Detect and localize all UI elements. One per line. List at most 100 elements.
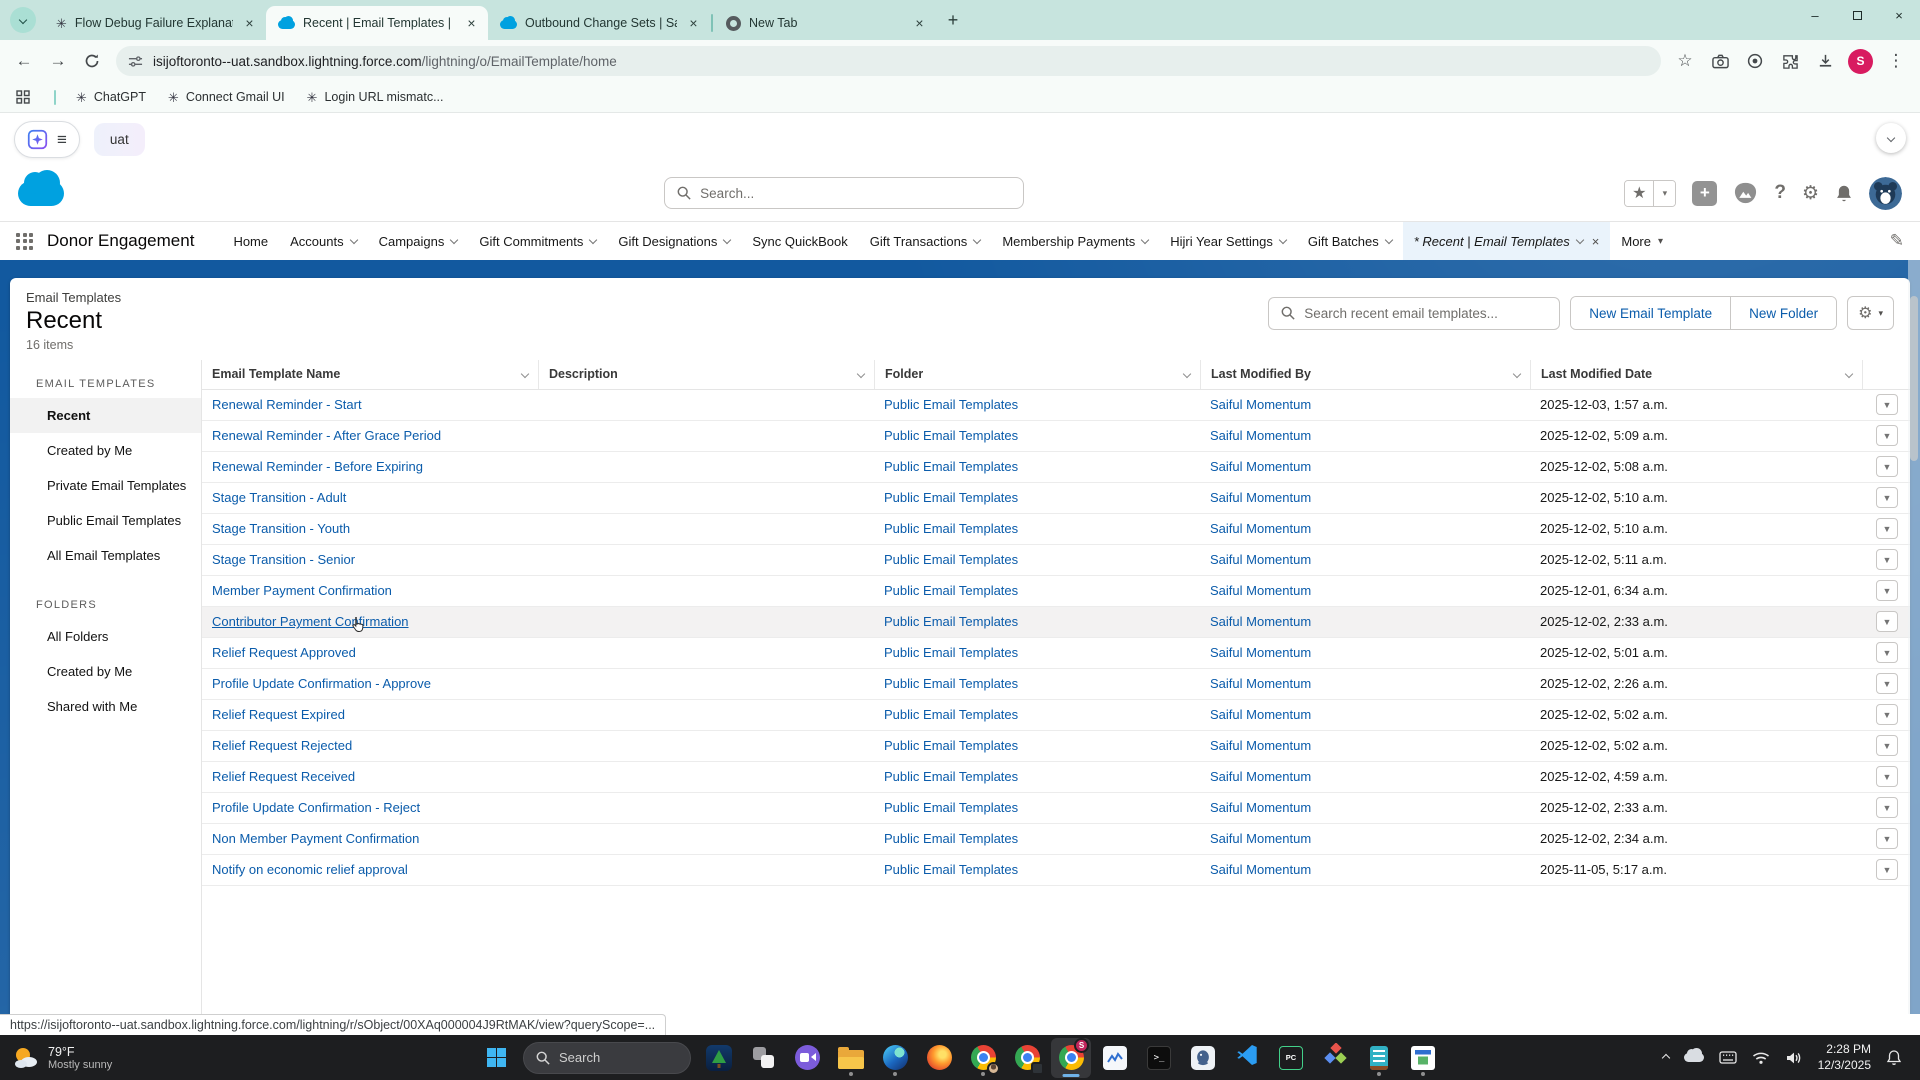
- list-search-input[interactable]: [1304, 306, 1547, 321]
- bookmark-chatgpt[interactable]: ✳ChatGPT: [76, 90, 146, 104]
- nav-tab-home[interactable]: Home: [222, 222, 279, 260]
- close-tab-icon[interactable]: ×: [1592, 234, 1600, 249]
- email-template-link[interactable]: Stage Transition - Senior: [212, 552, 355, 567]
- browser-profile-avatar[interactable]: S: [1848, 49, 1873, 74]
- folder-link[interactable]: Public Email Templates: [884, 552, 1018, 567]
- email-template-link[interactable]: Relief Request Expired: [212, 707, 345, 722]
- chevron-down-icon[interactable]: ▾: [1658, 236, 1663, 247]
- modified-by-link[interactable]: Saiful Momentum: [1210, 769, 1311, 784]
- table-row[interactable]: Notify on economic relief approval Public…: [202, 855, 1910, 886]
- taskbar-app-pycharm[interactable]: PC: [1271, 1038, 1311, 1078]
- chevron-down-icon[interactable]: [1576, 235, 1584, 243]
- folder-link[interactable]: Public Email Templates: [884, 614, 1018, 629]
- sort-chevron-icon[interactable]: [1183, 370, 1191, 378]
- nav-tab-gift-commitments[interactable]: Gift Commitments: [468, 222, 607, 260]
- email-template-link[interactable]: Relief Request Approved: [212, 645, 356, 660]
- row-actions-button[interactable]: ▼: [1876, 487, 1898, 508]
- table-row[interactable]: Non Member Payment ConfirmationPublic Em…: [202, 824, 1910, 855]
- row-actions-button[interactable]: ▼: [1876, 673, 1898, 694]
- downloads-icon[interactable]: [1809, 45, 1841, 77]
- sort-chevron-icon[interactable]: [857, 370, 865, 378]
- table-row[interactable]: Stage Transition - YouthPublic Email Tem…: [202, 514, 1910, 545]
- row-actions-button[interactable]: ▼: [1876, 611, 1898, 632]
- chevron-down-icon[interactable]: [1279, 235, 1287, 243]
- folder-link[interactable]: Public Email Templates: [884, 800, 1018, 815]
- tab-close-icon[interactable]: ×: [241, 15, 258, 32]
- folder-link[interactable]: Public Email Templates: [884, 521, 1018, 536]
- touch-keyboard-icon[interactable]: [1719, 1051, 1737, 1064]
- taskbar-app-postgresql[interactable]: [1183, 1038, 1223, 1078]
- table-row[interactable]: Member Payment ConfirmationPublic Email …: [202, 576, 1910, 607]
- chevron-down-icon[interactable]: [723, 235, 731, 243]
- sidebar-item-public-email-templates[interactable]: Public Email Templates: [10, 503, 201, 538]
- new-tab-button[interactable]: +: [940, 7, 966, 33]
- row-actions-button[interactable]: ▼: [1876, 580, 1898, 601]
- nav-tab-gift-transactions[interactable]: Gift Transactions: [859, 222, 992, 260]
- modified-by-link[interactable]: Saiful Momentum: [1210, 459, 1311, 474]
- folder-link[interactable]: Public Email Templates: [884, 769, 1018, 784]
- new-email-template-button[interactable]: New Email Template: [1571, 297, 1730, 329]
- folder-link[interactable]: Public Email Templates: [884, 397, 1018, 412]
- chevron-down-icon[interactable]: [589, 235, 597, 243]
- table-row[interactable]: Relief Request Expired Public Email Templ…: [202, 700, 1910, 731]
- taskbar-app-widgets[interactable]: [699, 1038, 739, 1078]
- sort-chevron-icon[interactable]: [1513, 370, 1521, 378]
- nav-tab-recent-email-templates[interactable]: * Recent | Email Templates×: [1403, 222, 1611, 260]
- taskbar-app-drawio[interactable]: [1315, 1038, 1355, 1078]
- minimize-button[interactable]: –: [1794, 0, 1836, 30]
- wifi-icon[interactable]: [1752, 1051, 1770, 1065]
- chevron-down-icon[interactable]: [349, 235, 357, 243]
- chevron-down-icon[interactable]: [1141, 235, 1149, 243]
- modified-by-link[interactable]: Saiful Momentum: [1210, 862, 1311, 877]
- new-folder-button[interactable]: New Folder: [1730, 297, 1836, 329]
- email-template-link[interactable]: Member Payment Confirmation: [212, 583, 392, 598]
- modified-by-link[interactable]: Saiful Momentum: [1210, 583, 1311, 598]
- taskbar-app-meet[interactable]: [787, 1038, 827, 1078]
- modified-by-link[interactable]: Saiful Momentum: [1210, 800, 1311, 815]
- modified-by-link[interactable]: Saiful Momentum: [1210, 521, 1311, 536]
- table-row[interactable]: Renewal Reminder - Start Public Email Tem…: [202, 390, 1910, 421]
- folder-link[interactable]: Public Email Templates: [884, 707, 1018, 722]
- onedrive-icon[interactable]: [1684, 1053, 1704, 1062]
- email-template-link[interactable]: Renewal Reminder - Start: [212, 397, 362, 412]
- folder-link[interactable]: Public Email Templates: [884, 862, 1018, 877]
- modified-by-link[interactable]: Saiful Momentum: [1210, 738, 1311, 753]
- modified-by-link[interactable]: Saiful Momentum: [1210, 614, 1311, 629]
- start-button[interactable]: [477, 1038, 515, 1078]
- extensions-puzzle-icon[interactable]: [1774, 45, 1806, 77]
- browser-tab-new-tab[interactable]: New Tab×: [714, 6, 936, 40]
- bookmark-star-icon[interactable]: ☆: [1669, 45, 1701, 77]
- chevron-down-icon[interactable]: [450, 235, 458, 243]
- taskbar-app-chrome-active[interactable]: S: [1051, 1038, 1091, 1078]
- tab-close-icon[interactable]: ×: [463, 15, 480, 32]
- taskbar-app-chrome-profile-2[interactable]: [1007, 1038, 1047, 1078]
- notifications-bell-icon[interactable]: [1886, 1049, 1902, 1066]
- folder-link[interactable]: Public Email Templates: [884, 831, 1018, 846]
- table-row[interactable]: Profile Update Confirmation - Approve Pub…: [202, 669, 1910, 700]
- email-template-link[interactable]: Notify on economic relief approval: [212, 862, 408, 877]
- table-row[interactable]: Relief Request ReceivedPublic Email Temp…: [202, 762, 1910, 793]
- folder-link[interactable]: Public Email Templates: [884, 490, 1018, 505]
- folder-link[interactable]: Public Email Templates: [884, 738, 1018, 753]
- modified-by-link[interactable]: Saiful Momentum: [1210, 645, 1311, 660]
- chevron-down-icon[interactable]: [1384, 235, 1392, 243]
- browser-tab-flow-debug-failure-explanation[interactable]: ✳Flow Debug Failure Explanation×: [44, 6, 266, 40]
- browser-tab-recent-email-templates-sales[interactable]: Recent | Email Templates | Sales×: [266, 6, 488, 40]
- forward-button[interactable]: →: [42, 45, 74, 77]
- modified-by-link[interactable]: Saiful Momentum: [1210, 397, 1311, 412]
- site-settings-icon[interactable]: [128, 54, 143, 69]
- edit-nav-pencil-icon[interactable]: ✎: [1890, 231, 1904, 251]
- help-icon[interactable]: ?: [1774, 182, 1786, 204]
- tab-search-button[interactable]: [10, 7, 36, 33]
- table-row[interactable]: Contributor Payment ConfirmationPublic E…: [202, 607, 1910, 638]
- email-template-link[interactable]: Profile Update Confirmation - Approve: [212, 676, 431, 691]
- scrollbar-thumb[interactable]: [1910, 296, 1918, 461]
- folder-link[interactable]: Public Email Templates: [884, 676, 1018, 691]
- folder-link[interactable]: Public Email Templates: [884, 645, 1018, 660]
- address-bar[interactable]: isijoftoronto--uat.sandbox.lightning.for…: [116, 46, 1661, 76]
- modified-by-link[interactable]: Saiful Momentum: [1210, 490, 1311, 505]
- modified-by-link[interactable]: Saiful Momentum: [1210, 707, 1311, 722]
- list-search-box[interactable]: [1268, 297, 1560, 330]
- table-row[interactable]: Stage Transition - Senior Public Email Te…: [202, 545, 1910, 576]
- camera-extension-icon[interactable]: [1704, 45, 1736, 77]
